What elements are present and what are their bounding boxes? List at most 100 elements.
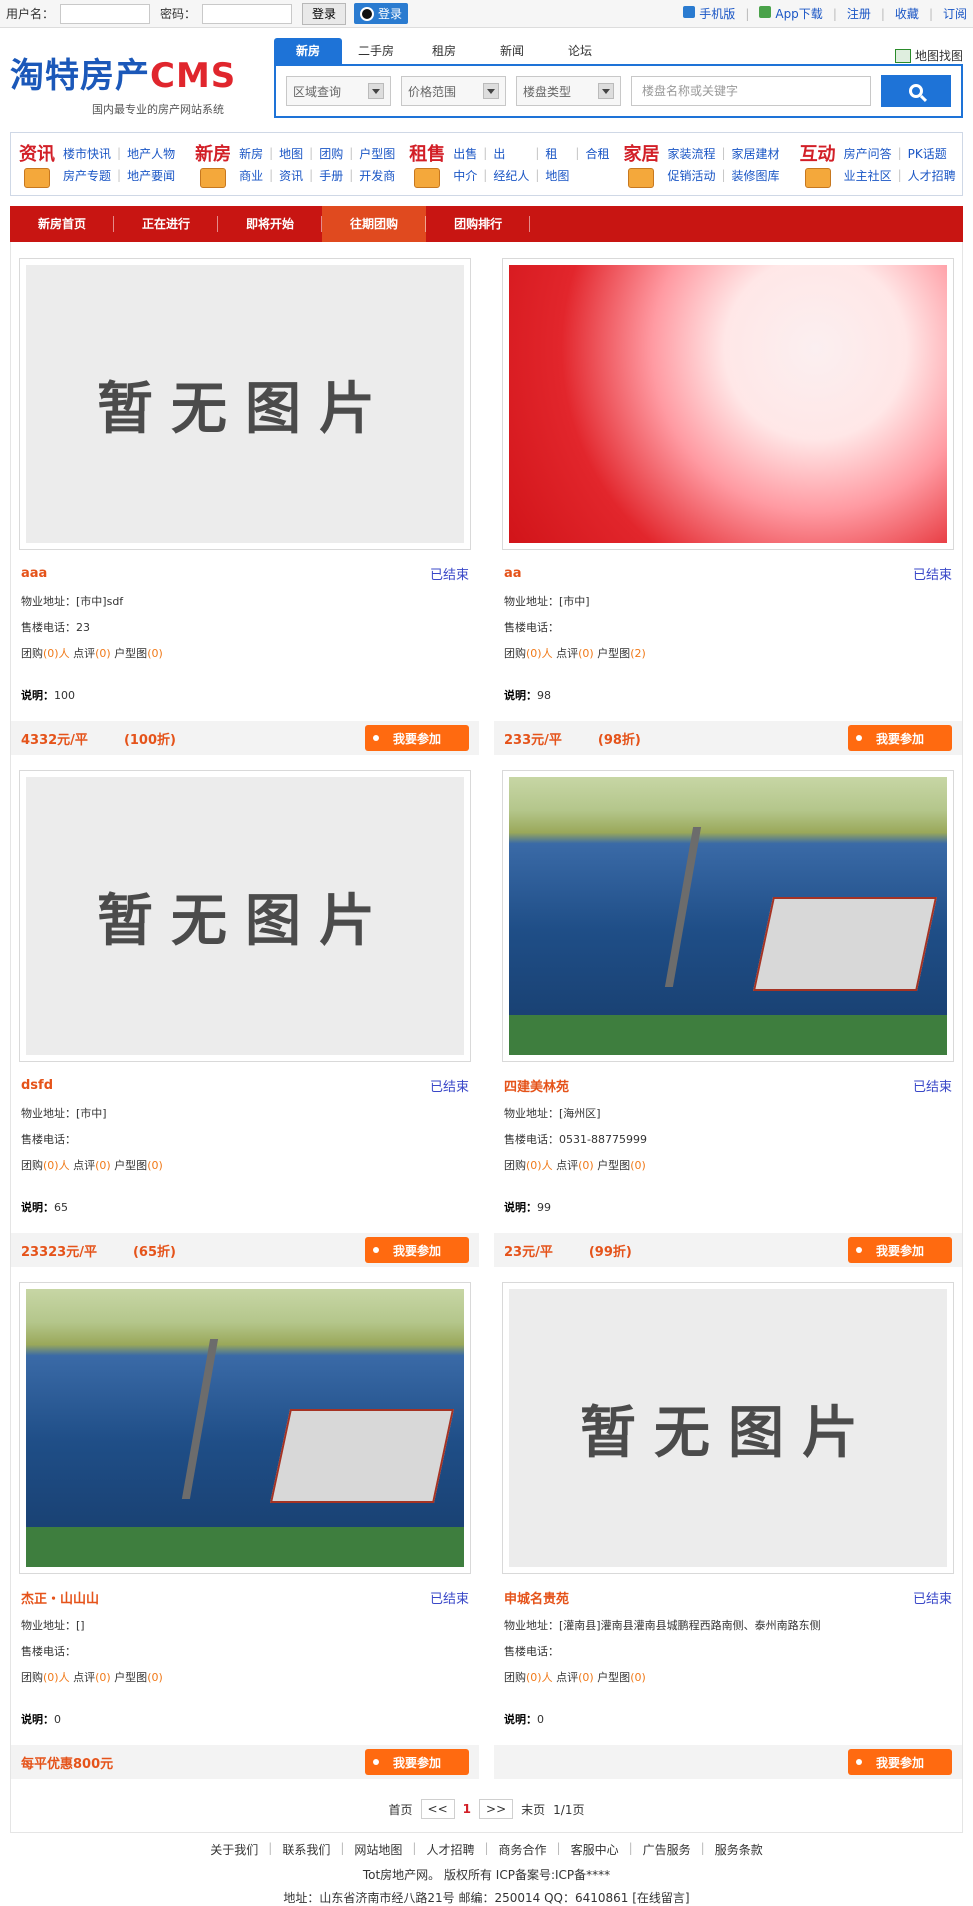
property-title[interactable]: aa	[504, 566, 522, 581]
dianping-count: (0)	[95, 1671, 111, 1684]
nav-link[interactable]: 房产专题	[63, 167, 111, 184]
nav-link[interactable]: 户型图	[359, 145, 395, 162]
nav-link[interactable]: 商业	[239, 167, 263, 184]
footer-link[interactable]: 人才招聘	[426, 1841, 474, 1858]
qq-login-button[interactable]: 登录	[354, 3, 409, 24]
tab-newhouse[interactable]: 新房	[274, 38, 342, 64]
map-find-link[interactable]: 地图找图	[894, 47, 963, 64]
nav-link[interactable]: 家装流程	[667, 145, 715, 162]
property-address: 物业地址：[灌南县]灌南县灌南县城鹏程西路南侧、泰州南路东侧	[504, 1619, 821, 1632]
footer-link[interactable]: 服务条款	[715, 1841, 763, 1858]
password-input[interactable]	[202, 3, 293, 24]
nav-link[interactable]: 促销活动	[667, 167, 715, 184]
nav-link[interactable]: 出	[493, 145, 529, 162]
group-buy-card: 暂无图片 aaa 已结束 物业地址：[市中]sdf 售楼电话：23 团购(0)人…	[11, 250, 479, 762]
top-link-subscribe[interactable]: 订阅	[943, 5, 967, 22]
property-image-frame[interactable]: 暂无图片	[19, 258, 471, 550]
status-text: 已结束	[429, 1592, 469, 1607]
footer-link[interactable]: 客服中心	[571, 1841, 619, 1858]
nav-link[interactable]: 地产要闻	[127, 167, 175, 184]
group-buy-card: 杰正・山山山 已结束 物业地址：[] 售楼电话： 团购(0)人 点评(0) 户型…	[11, 1274, 479, 1786]
pager-first[interactable]: 首页	[389, 1801, 413, 1818]
keyword-input[interactable]: 楼盘名称或关键字	[631, 76, 871, 106]
nav-link[interactable]: 楼市快讯	[63, 145, 111, 162]
tab-news[interactable]: 新闻	[478, 38, 546, 64]
subnav-ongoing[interactable]: 正在进行	[114, 206, 219, 242]
subnav-ranking[interactable]: 团购排行	[426, 206, 531, 242]
join-button[interactable]: 我要参加	[848, 1749, 952, 1775]
property-title[interactable]: 四建美林苑	[504, 1076, 569, 1095]
desc-label: 说明：	[504, 689, 537, 702]
tab-rent[interactable]: 租房	[410, 38, 478, 64]
property-image-frame[interactable]: 暂无图片	[502, 1282, 954, 1574]
pager-last[interactable]: 末页	[521, 1801, 545, 1818]
property-phone: 售楼电话：	[21, 1645, 76, 1658]
tab-forum[interactable]: 论坛	[546, 38, 614, 64]
nav-link[interactable]: 地图	[545, 167, 569, 184]
nav-link[interactable]: 中介	[453, 167, 477, 184]
nav-link[interactable]: 手册	[319, 167, 343, 184]
property-title[interactable]: dsfd	[21, 1078, 53, 1093]
top-link-mobile[interactable]: 手机版	[683, 5, 735, 22]
property-address: 物业地址：[市中]	[21, 1107, 107, 1120]
price-bar: 我要参加	[494, 1745, 962, 1779]
footer-link[interactable]: 联系我们	[282, 1841, 330, 1858]
logo[interactable]: 淘特房产CMS 国内最专业的房产网站系统	[10, 28, 274, 126]
top-link-app[interactable]: App下载	[759, 5, 823, 22]
pager-prev[interactable]: <<	[420, 1799, 455, 1819]
join-button[interactable]: 我要参加	[848, 725, 952, 751]
price-select[interactable]: 价格范围	[401, 76, 506, 106]
nav-link[interactable]: PK话题	[908, 145, 956, 162]
footer-link[interactable]: 广告服务	[643, 1841, 691, 1858]
nav-link[interactable]: 开发商	[359, 167, 395, 184]
join-button[interactable]: 我要参加	[365, 725, 469, 751]
subnav-past[interactable]: 往期团购	[322, 206, 427, 242]
nav-link[interactable]: 团购	[319, 145, 343, 162]
separator: |	[928, 6, 933, 21]
property-title[interactable]: aaa	[21, 566, 47, 581]
nav-link[interactable]: 业主社区	[844, 167, 892, 184]
district-select[interactable]: 区域查询	[286, 76, 391, 106]
nav-link[interactable]: 新房	[239, 145, 263, 162]
nav-link[interactable]: 出售	[453, 145, 477, 162]
nav-link[interactable]: 装修图库	[732, 167, 780, 184]
property-title[interactable]: 杰正・山山山	[21, 1588, 99, 1607]
property-image	[26, 1289, 464, 1567]
nav-link[interactable]: 家居建材	[732, 145, 780, 162]
join-button[interactable]: 我要参加	[365, 1749, 469, 1775]
nav-link[interactable]: 人才招聘	[908, 167, 956, 184]
no-image-placeholder: 暂无图片	[26, 265, 464, 543]
top-link-favorite[interactable]: 收藏	[895, 5, 919, 22]
group-buy-card: 四建美林苑 已结束 物业地址：[海州区] 售楼电话：0531-88775999 …	[494, 762, 962, 1274]
footer-link[interactable]: 商务合作	[499, 1841, 547, 1858]
property-image-frame[interactable]	[502, 258, 954, 550]
footer-link[interactable]: 网站地图	[354, 1841, 402, 1858]
login-button[interactable]: 登录	[302, 2, 347, 25]
nav-link[interactable]: 资讯	[279, 167, 303, 184]
tuan-count: (0)人	[526, 647, 553, 660]
join-button[interactable]: 我要参加	[848, 1237, 952, 1263]
type-select[interactable]: 楼盘类型	[516, 76, 621, 106]
discount: (98折)	[597, 732, 641, 748]
nav-link[interactable]: 经纪人	[493, 167, 529, 184]
property-image-frame[interactable]: 暂无图片	[19, 770, 471, 1062]
username-input[interactable]	[60, 3, 151, 24]
search-button[interactable]	[881, 75, 951, 107]
pager-next[interactable]: >>	[479, 1799, 514, 1819]
counts-prefix: 团购	[504, 1159, 526, 1172]
property-image-frame[interactable]	[502, 770, 954, 1062]
property-title[interactable]: 申城名贵苑	[504, 1588, 569, 1607]
tab-secondhand[interactable]: 二手房	[342, 38, 410, 64]
footer-link[interactable]: 关于我们	[210, 1841, 258, 1858]
nav-link[interactable]: 合租	[585, 145, 609, 162]
subnav-upcoming[interactable]: 即将开始	[218, 206, 323, 242]
join-button[interactable]: 我要参加	[365, 1237, 469, 1263]
subnav-home[interactable]: 新房首页	[10, 206, 115, 242]
nav-link[interactable]: 地产人物	[127, 145, 175, 162]
property-image-frame[interactable]	[19, 1282, 471, 1574]
nav-link[interactable]: 地图	[279, 145, 303, 162]
top-link-register[interactable]: 注册	[847, 5, 871, 22]
nav-category-label: 互动	[799, 144, 836, 165]
nav-link[interactable]: 租	[545, 145, 569, 162]
nav-link[interactable]: 房产问答	[844, 145, 892, 162]
